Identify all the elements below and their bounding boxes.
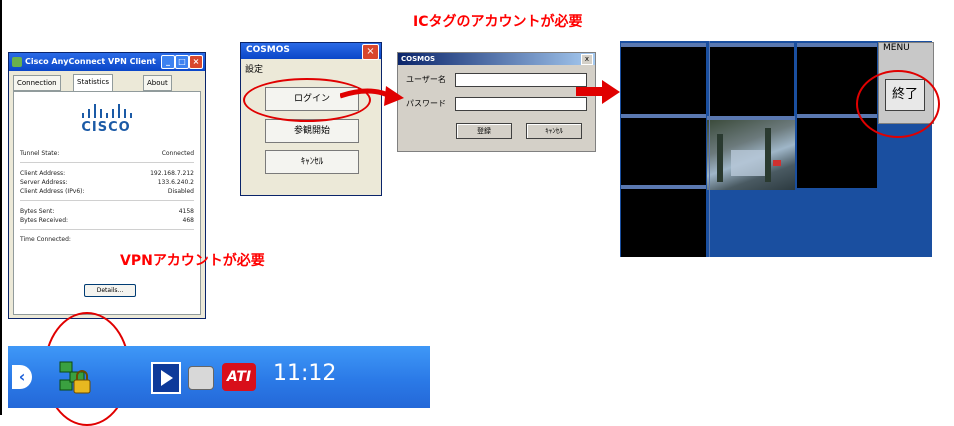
grid-divider [709, 41, 710, 257]
details-button[interactable]: Details... [84, 284, 136, 297]
menu-label: MENU [883, 43, 910, 53]
divider [20, 229, 194, 230]
tray-expand-chevron-icon[interactable]: ‹ [12, 365, 32, 389]
divider [20, 162, 194, 163]
close-icon[interactable]: × [362, 44, 379, 60]
vpn-title-bar[interactable]: Cisco AnyConnect VPN Client _ □ × [9, 53, 205, 71]
dialog-cancel-button[interactable]: ｷｬﾝｾﾙ [526, 123, 582, 139]
tab-connection[interactable]: Connection [13, 75, 61, 91]
camera-cell-2[interactable] [709, 43, 794, 116]
cosmos-credential-dialog: COSMOS x ユーザー名 パスワード 登録 ｷｬﾝｾﾙ [397, 52, 596, 152]
camera-cell-1[interactable] [621, 43, 706, 116]
camera-cell-7[interactable] [621, 185, 706, 257]
register-button[interactable]: 登録 [456, 123, 512, 139]
cisco-logo-icon [76, 104, 136, 118]
vpn-window-title: Cisco AnyConnect VPN Client [25, 57, 156, 66]
printer-tray-icon[interactable] [188, 366, 214, 390]
start-viewing-button[interactable]: 参観開始 [265, 119, 359, 143]
dialog-title: COSMOS [401, 55, 436, 63]
vpn-lock-tray-icon[interactable] [58, 360, 92, 394]
taskbar-clock[interactable]: 11:12 [273, 361, 336, 386]
maximize-icon[interactable]: □ [175, 55, 189, 69]
end-button-highlight-ring [856, 70, 940, 138]
vpn-account-note: VPNアカウントが必要 [120, 253, 265, 269]
settings-menu[interactable]: 設定 [245, 62, 263, 75]
close-icon[interactable]: x [581, 54, 593, 65]
close-icon[interactable]: × [189, 55, 203, 69]
ati-logo-tray-icon[interactable]: ATI [222, 363, 256, 391]
username-input[interactable] [455, 73, 587, 87]
login-highlight-ring [243, 78, 371, 122]
vpn-app-icon [12, 57, 22, 67]
dialog-title-bar[interactable]: COSMOS x [398, 53, 595, 65]
statistics-panel: CISCO Tunnel State: Connected Client Addr… [13, 91, 201, 315]
media-player-tray-icon[interactable] [151, 362, 181, 394]
system-tray: ‹ ATI 11:12 [8, 346, 430, 408]
arrow-dialog-to-monitor-icon [576, 80, 620, 104]
cosmos-title-bar[interactable]: COSMOS × [241, 43, 381, 60]
vpn-client-window: Cisco AnyConnect VPN Client _ □ × Connec… [8, 52, 206, 319]
password-label: パスワード [406, 99, 446, 108]
tab-statistics[interactable]: Statistics [73, 74, 113, 92]
cosmos-window-title: COSMOS [246, 45, 290, 55]
cisco-logo-text: CISCO [81, 120, 131, 135]
divider [20, 200, 194, 201]
camera-cell-active-feed[interactable] [707, 116, 795, 190]
ic-tag-account-note: ICタグのアカウントが必要 [413, 14, 583, 30]
password-input[interactable] [455, 97, 587, 111]
camera-cell-4[interactable] [621, 114, 706, 188]
tab-about[interactable]: About [143, 75, 172, 91]
left-border-line [0, 0, 2, 415]
minimize-icon[interactable]: _ [161, 55, 175, 69]
cancel-button[interactable]: ｷｬﾝｾﾙ [265, 150, 359, 174]
